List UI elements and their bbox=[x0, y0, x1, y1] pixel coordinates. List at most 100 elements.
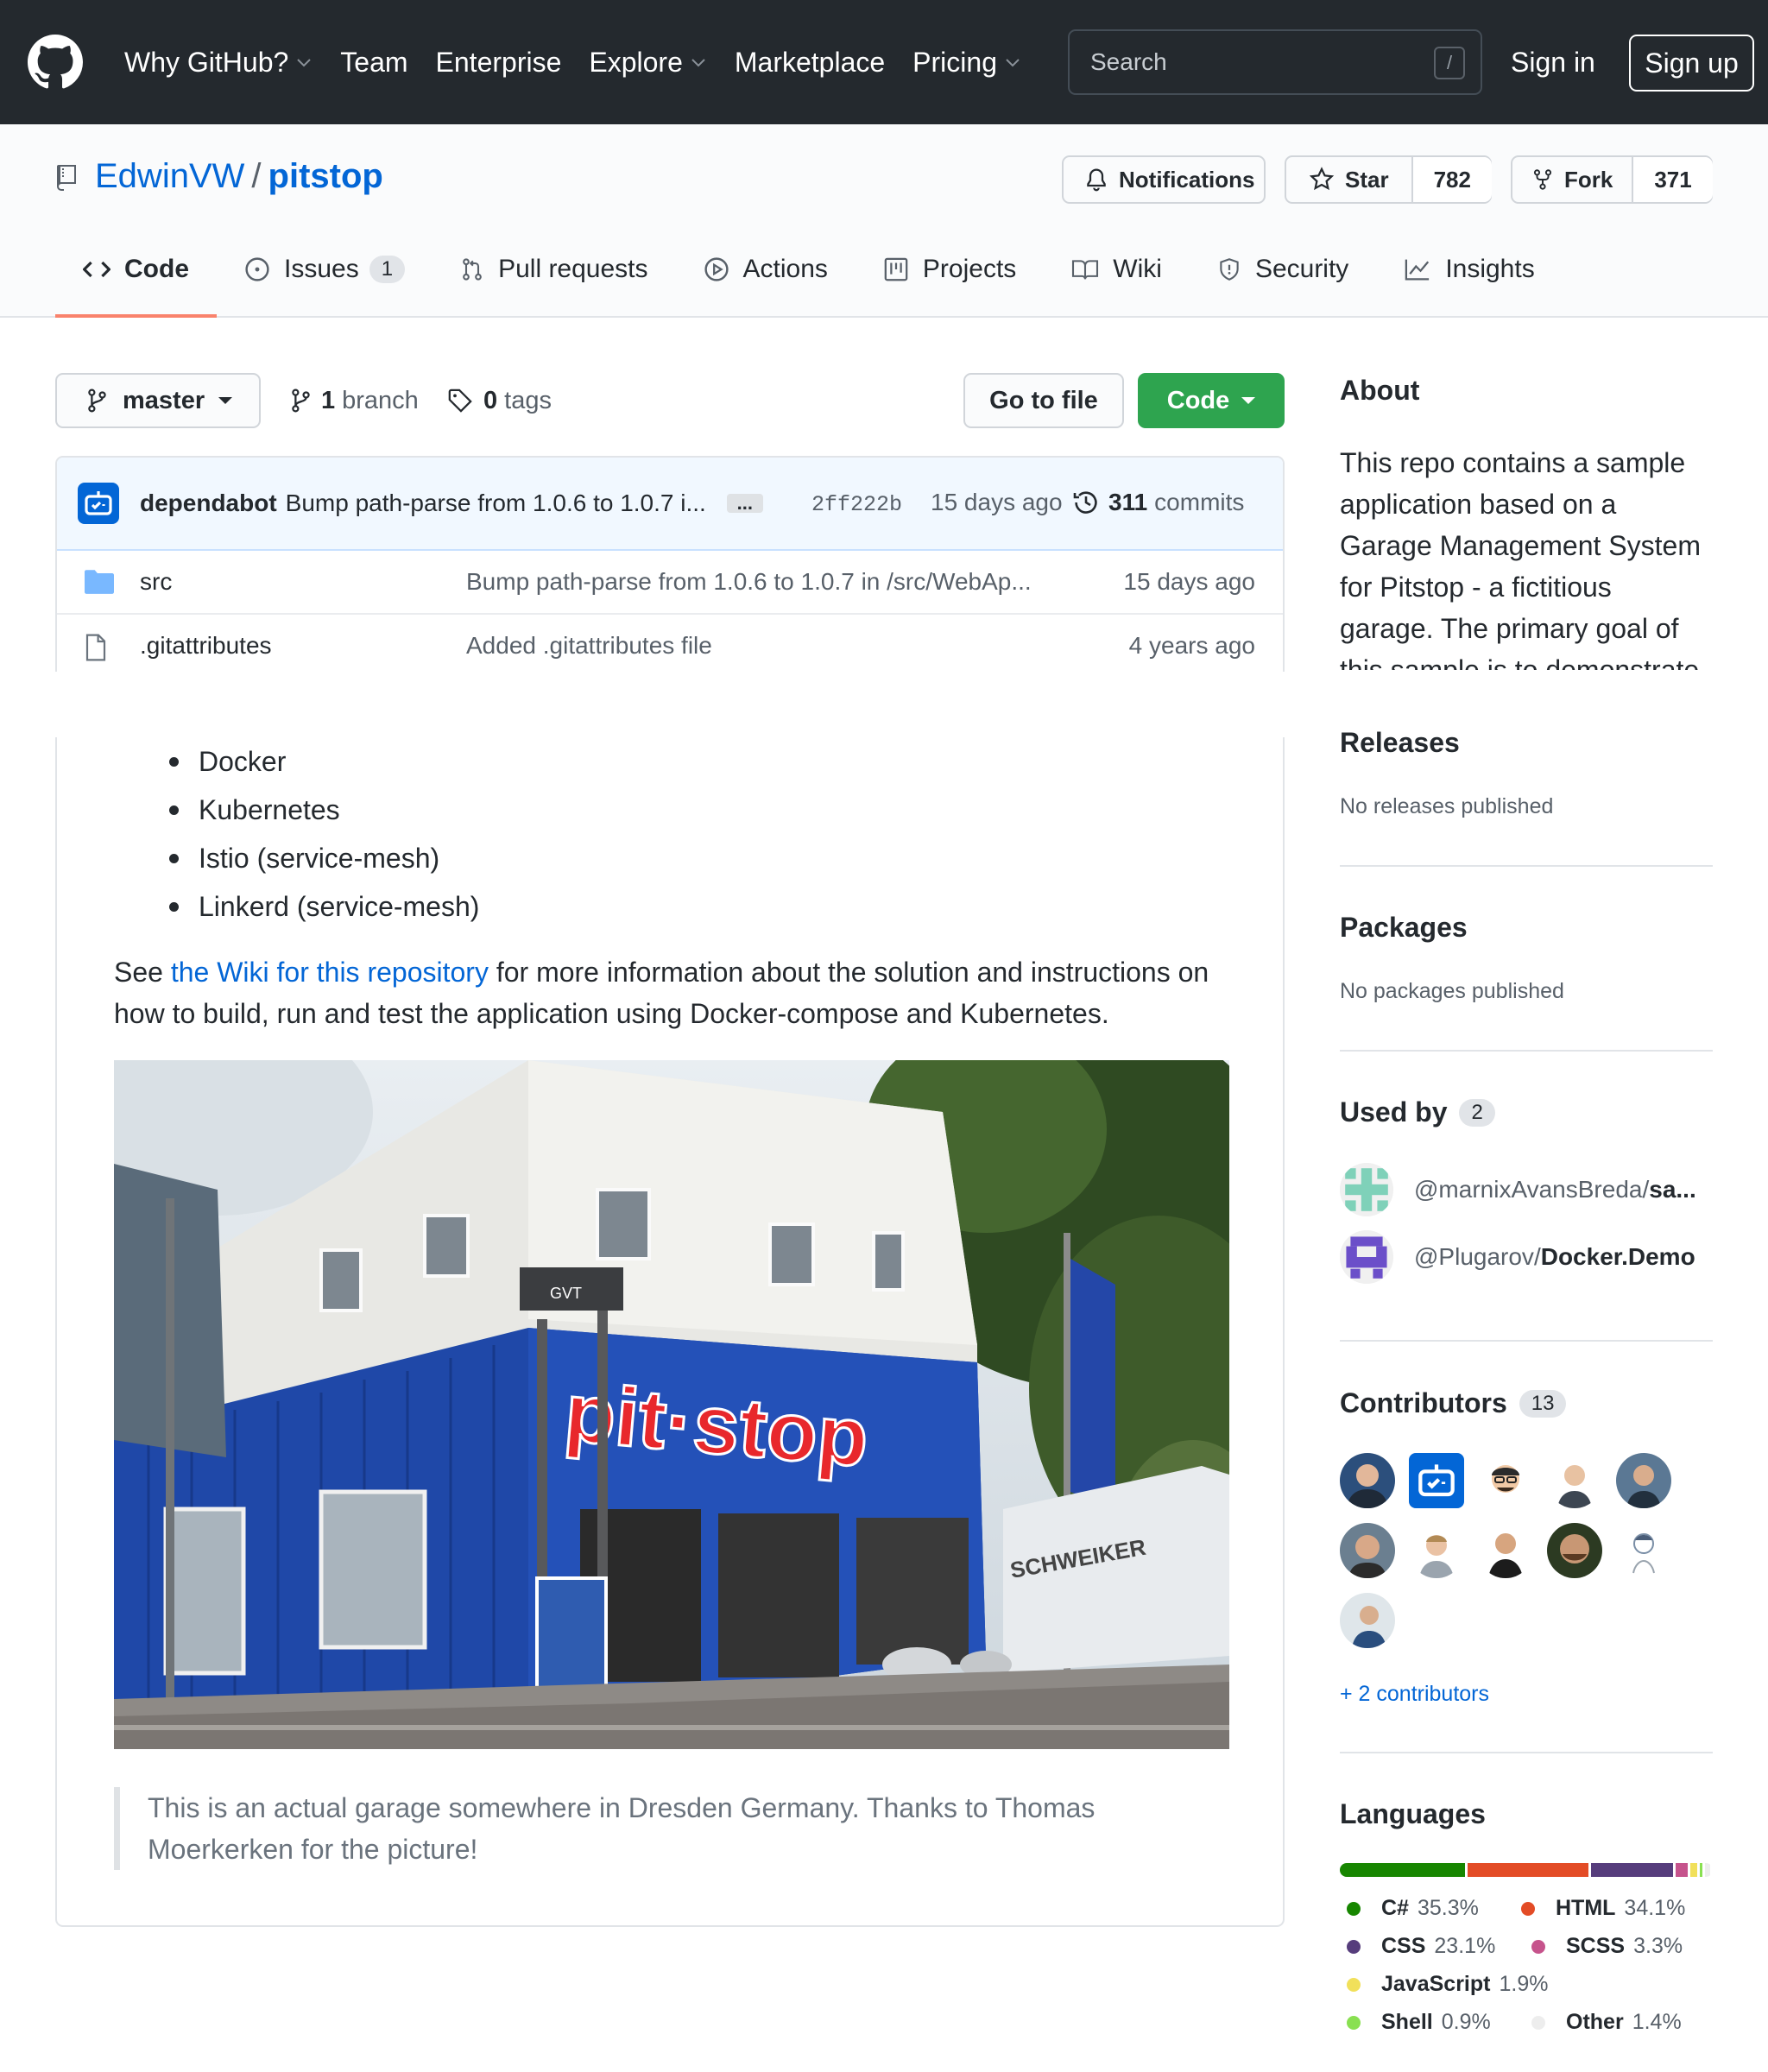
used-by-owner: @marnixAvansBreda bbox=[1414, 1176, 1643, 1203]
language-name: HTML bbox=[1556, 1896, 1616, 1920]
history-icon bbox=[1073, 491, 1097, 514]
tab-wiki[interactable]: Wiki bbox=[1044, 221, 1190, 318]
divider bbox=[1340, 1050, 1713, 1052]
expand-commit-button[interactable]: ... bbox=[726, 494, 763, 513]
github-logo-icon[interactable] bbox=[28, 35, 83, 90]
readme-tech-list: Docker Kubernetes Istio (service-mesh) L… bbox=[169, 737, 479, 931]
file-age: 4 years ago bbox=[1128, 632, 1255, 659]
star-icon bbox=[1309, 167, 1335, 191]
fork-button[interactable]: Fork 371 bbox=[1511, 155, 1713, 204]
code-download-button[interactable]: Code bbox=[1138, 373, 1285, 428]
file-commit-message[interactable]: Bump path-parse from 1.0.6 to 1.0.7 in /… bbox=[466, 568, 1032, 596]
robot-icon bbox=[85, 491, 112, 515]
tab-actions[interactable]: Actions bbox=[676, 221, 856, 318]
language-item[interactable]: CSS 23.1% bbox=[1347, 1934, 1495, 1959]
tab-label: Actions bbox=[742, 255, 828, 283]
language-item[interactable]: C# 35.3% bbox=[1347, 1896, 1479, 1921]
language-item[interactable]: Shell 0.9% bbox=[1347, 2010, 1491, 2035]
contributor-avatar[interactable] bbox=[1478, 1523, 1533, 1578]
bell-icon bbox=[1087, 168, 1106, 192]
avatar bbox=[1340, 1163, 1393, 1216]
wiki-link[interactable]: the Wiki for this repository bbox=[171, 957, 489, 988]
used-by-item[interactable]: @Plugarov / Docker.Demo bbox=[1340, 1229, 1695, 1285]
file-row[interactable]: .gitattributes Added .gitattributes file… bbox=[57, 615, 1283, 673]
more-contributors-link[interactable]: + 2 contributors bbox=[1340, 1682, 1489, 1707]
nav-pricing[interactable]: Pricing bbox=[912, 47, 1021, 79]
contributors-heading[interactable]: Contributors 13 bbox=[1340, 1387, 1567, 1419]
list-item: Kubernetes bbox=[169, 786, 479, 834]
commit-author-link[interactable]: dependabot bbox=[140, 490, 277, 517]
repo-owner-link[interactable]: EdwinVW bbox=[95, 157, 244, 196]
branches-link[interactable]: 1 branch bbox=[290, 373, 419, 428]
file-age: 15 days ago bbox=[1123, 568, 1255, 595]
star-button[interactable]: Star 782 bbox=[1285, 155, 1492, 204]
nav-label: Explore bbox=[589, 46, 683, 78]
tab-security[interactable]: Security bbox=[1190, 221, 1376, 318]
language-item[interactable]: SCSS 3.3% bbox=[1531, 1934, 1683, 1959]
pull-request-icon bbox=[463, 258, 482, 281]
file-row[interactable]: src Bump path-parse from 1.0.6 to 1.0.7 … bbox=[57, 551, 1283, 615]
nav-team[interactable]: Team bbox=[340, 47, 407, 79]
tab-label: Pull requests bbox=[498, 255, 648, 283]
tab-pull-requests[interactable]: Pull requests bbox=[433, 221, 675, 318]
contributor-avatar[interactable] bbox=[1340, 1593, 1395, 1648]
nav-why-github[interactable]: Why GitHub? bbox=[124, 47, 313, 79]
star-count[interactable]: 782 bbox=[1411, 157, 1492, 202]
list-item: Docker bbox=[169, 737, 479, 786]
contributor-avatar[interactable] bbox=[1547, 1453, 1602, 1508]
file-name-link[interactable]: src bbox=[140, 568, 172, 596]
contributor-avatar[interactable] bbox=[1547, 1523, 1602, 1578]
star-label: Star bbox=[1345, 166, 1389, 193]
nav-marketplace[interactable]: Marketplace bbox=[735, 47, 885, 79]
used-by-sep: / bbox=[1533, 1243, 1541, 1270]
commit-word: commits bbox=[1154, 489, 1245, 515]
used-by-heading[interactable]: Used by 2 bbox=[1340, 1096, 1495, 1128]
contributor-avatar[interactable] bbox=[1478, 1453, 1533, 1508]
repo-header: EdwinVW / pitstop Notifications Star 782… bbox=[0, 124, 1768, 318]
nav-enterprise[interactable]: Enterprise bbox=[436, 47, 562, 79]
repo-name-link[interactable]: pitstop bbox=[268, 157, 383, 196]
contributors-counter: 13 bbox=[1519, 1389, 1567, 1418]
language-item[interactable]: HTML 34.1% bbox=[1521, 1896, 1685, 1921]
issue-icon bbox=[245, 257, 269, 281]
git-branch-icon bbox=[88, 388, 106, 413]
tab-insights[interactable]: Insights bbox=[1376, 221, 1562, 318]
nav-label: Why GitHub? bbox=[124, 46, 289, 78]
commit-sha-link[interactable]: 2ff222b bbox=[811, 492, 902, 517]
file-icon bbox=[85, 634, 106, 661]
branch-select-button[interactable]: master bbox=[55, 373, 261, 428]
tab-label: Insights bbox=[1445, 255, 1535, 283]
contributor-avatar[interactable] bbox=[1409, 1523, 1464, 1578]
dependabot-avatar[interactable] bbox=[78, 483, 119, 524]
notifications-button[interactable]: Notifications bbox=[1062, 155, 1266, 204]
commits-link[interactable]: 311 commits bbox=[1072, 489, 1244, 516]
packages-heading[interactable]: Packages bbox=[1340, 912, 1468, 944]
tab-issues[interactable]: Issues 1 bbox=[217, 221, 433, 318]
used-by-item[interactable]: @marnixAvansBreda / sa... bbox=[1340, 1162, 1696, 1217]
go-to-file-button[interactable]: Go to file bbox=[963, 373, 1124, 428]
file-name-link[interactable]: .gitattributes bbox=[140, 632, 272, 660]
sign-up-button[interactable]: Sign up bbox=[1629, 35, 1754, 92]
about-heading: About bbox=[1340, 375, 1420, 406]
search-input[interactable]: Search / bbox=[1068, 29, 1482, 95]
file-commit-message[interactable]: Added .gitattributes file bbox=[466, 632, 712, 660]
tags-link[interactable]: 0 tags bbox=[447, 373, 552, 428]
contributor-avatar[interactable] bbox=[1616, 1523, 1671, 1578]
contributor-avatar[interactable] bbox=[1616, 1453, 1671, 1508]
language-item[interactable]: JavaScript 1.9% bbox=[1347, 1972, 1548, 1997]
commit-message-link[interactable]: Bump path-parse from 1.0.6 to 1.0.7 i... bbox=[286, 490, 706, 517]
language-item[interactable]: Other 1.4% bbox=[1531, 2010, 1682, 2035]
releases-heading[interactable]: Releases bbox=[1340, 727, 1460, 759]
contributor-avatar[interactable] bbox=[1340, 1453, 1395, 1508]
site-header: Why GitHub? Team Enterprise Explore Mark… bbox=[0, 0, 1768, 124]
nav-label: Marketplace bbox=[734, 46, 886, 78]
language-name: JavaScript bbox=[1381, 1972, 1491, 1996]
fork-count[interactable]: 371 bbox=[1632, 157, 1713, 202]
tab-code[interactable]: Code bbox=[55, 221, 217, 318]
contributor-avatar[interactable] bbox=[1340, 1523, 1395, 1578]
tab-projects[interactable]: Projects bbox=[856, 221, 1044, 318]
sign-in-link[interactable]: Sign in bbox=[1511, 35, 1595, 90]
nav-explore[interactable]: Explore bbox=[589, 47, 707, 79]
issues-counter: 1 bbox=[369, 256, 406, 283]
contributor-avatar[interactable] bbox=[1409, 1453, 1464, 1508]
